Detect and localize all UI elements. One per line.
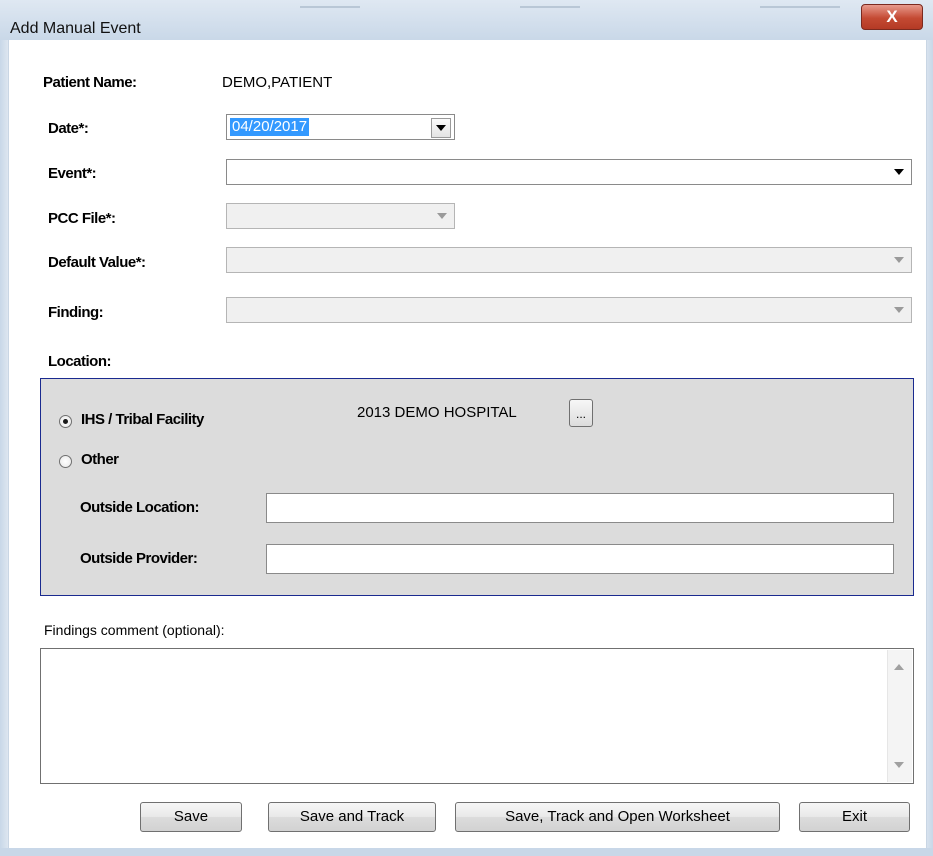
finding-select	[226, 297, 912, 323]
default-value-select	[226, 247, 912, 273]
chevron-down-icon	[433, 207, 451, 225]
pcc-file-label: PCC File*:	[48, 210, 116, 227]
date-value: 04/20/2017	[230, 118, 310, 136]
other-location-label[interactable]: Other	[81, 451, 119, 468]
save-and-track-button[interactable]: Save and Track	[268, 802, 436, 832]
background-window-ghost	[520, 6, 580, 8]
finding-label: Finding:	[48, 304, 104, 321]
event-label: Event*:	[48, 165, 97, 182]
save-button[interactable]: Save	[140, 802, 242, 832]
window-frame-left	[0, 40, 8, 856]
comment-label: Findings comment (optional):	[44, 622, 225, 638]
outside-location-label: Outside Location:	[80, 499, 200, 516]
patient-name-label: Patient Name:	[43, 74, 137, 91]
background-window-ghost	[760, 6, 840, 8]
location-label: Location:	[48, 353, 112, 370]
outside-provider-label: Outside Provider:	[80, 550, 198, 567]
outside-provider-input[interactable]	[266, 544, 894, 574]
scroll-down-icon[interactable]	[894, 762, 904, 768]
event-select[interactable]	[226, 159, 912, 185]
window-title: Add Manual Event	[10, 20, 141, 37]
patient-name-value: DEMO,PATIENT	[222, 74, 333, 91]
chevron-down-icon	[890, 251, 908, 269]
chevron-down-icon[interactable]	[431, 118, 451, 138]
default-value-label: Default Value*:	[48, 254, 146, 271]
background-window-ghost	[300, 6, 360, 8]
browse-facility-button[interactable]: ...	[569, 399, 593, 427]
chevron-down-icon	[890, 301, 908, 319]
close-button[interactable]: X	[861, 4, 923, 30]
ihs-facility-label[interactable]: IHS / Tribal Facility	[81, 411, 204, 428]
title-bar[interactable]: Add Manual Event X	[0, 0, 933, 40]
ihs-facility-radio[interactable]	[59, 415, 72, 428]
scroll-up-icon[interactable]	[894, 664, 904, 670]
date-label: Date*:	[48, 120, 89, 137]
close-icon: X	[886, 7, 898, 26]
other-location-radio[interactable]	[59, 455, 72, 468]
date-picker[interactable]: 04/20/2017	[226, 114, 455, 140]
findings-comment-textarea[interactable]	[40, 648, 914, 784]
save-track-open-worksheet-button[interactable]: Save, Track and Open Worksheet	[455, 802, 780, 832]
chevron-down-icon[interactable]	[890, 163, 908, 181]
window-frame-bottom	[0, 848, 933, 856]
pcc-file-select	[226, 203, 455, 229]
facility-name: 2013 DEMO HOSPITAL	[357, 404, 517, 421]
comment-scrollbar[interactable]	[887, 650, 912, 782]
exit-button[interactable]: Exit	[799, 802, 910, 832]
outside-location-input[interactable]	[266, 493, 894, 523]
location-group: IHS / Tribal Facility 2013 DEMO HOSPITAL…	[40, 378, 914, 596]
